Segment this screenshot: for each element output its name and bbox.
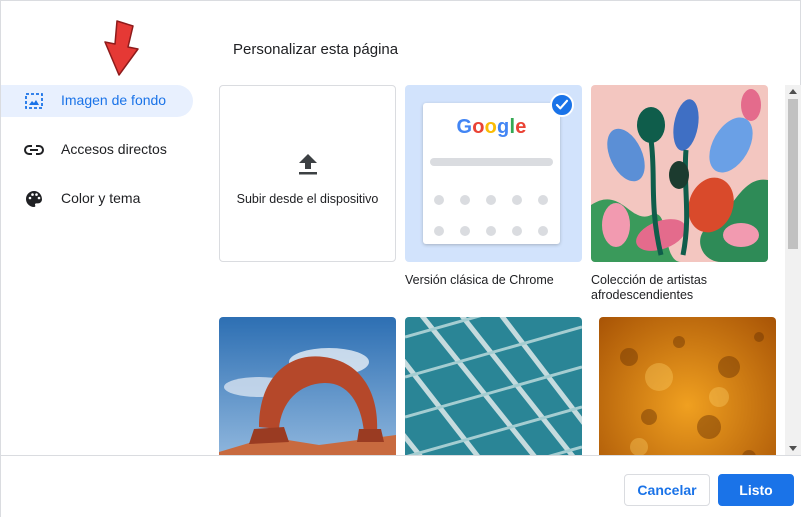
upload-label: Subir desde el dispositivo: [236, 192, 379, 206]
sidebar-item-label: Color y tema: [61, 190, 141, 206]
scroll-down-arrow-icon[interactable]: [789, 446, 797, 451]
palette-icon: [26, 191, 42, 207]
shortcut-dot: [538, 226, 548, 236]
scroll-up-arrow-icon[interactable]: [789, 89, 797, 94]
sidebar-item-label: Accesos directos: [61, 141, 167, 157]
shortcut-dot: [512, 226, 522, 236]
shortcut-dot: [486, 195, 496, 205]
collection-thumb[interactable]: [219, 317, 396, 455]
shortcut-dot: [434, 195, 444, 205]
upload-icon: [299, 154, 317, 175]
upload-thumb[interactable]: Subir desde el dispositivo: [219, 85, 396, 262]
shortcut-dot: [460, 195, 470, 205]
scrollbar-thumb[interactable]: [788, 99, 798, 249]
shortcut-dot: [486, 226, 496, 236]
dialog-title: Personalizar esta página: [233, 41, 399, 58]
collection-tile-textures[interactable]: [599, 317, 776, 455]
classic-preview-card: Google: [423, 103, 560, 244]
link-icon: [24, 145, 44, 155]
background-grid: Subir desde el dispositivo Google Versió…: [219, 85, 789, 455]
teal-architecture-image: [405, 317, 582, 455]
customize-dialog: Personalizar esta página Imagen de fondo…: [0, 0, 801, 517]
collection-thumb[interactable]: [405, 317, 582, 455]
classic-chrome-thumb[interactable]: Google: [405, 85, 582, 262]
sidebar-item-shortcuts[interactable]: Accesos directos: [1, 134, 193, 166]
abstract-floral-image: [591, 85, 768, 262]
shortcut-dot: [460, 226, 470, 236]
collection-tile-landscapes[interactable]: [219, 317, 396, 455]
orange-texture-image: [599, 317, 776, 455]
collection-tile-artists[interactable]: Colección de artistas afrodescendientes: [591, 85, 768, 303]
selected-check-icon: [550, 93, 574, 117]
search-bar-placeholder: [430, 158, 553, 166]
sidebar-item-color-theme[interactable]: Color y tema: [1, 183, 193, 215]
sidebar-item-background[interactable]: Imagen de fondo: [1, 85, 193, 117]
classic-chrome-tile[interactable]: Google Versión clásica de Chrome: [405, 85, 582, 288]
collection-tile-architecture[interactable]: [405, 317, 582, 455]
scrollbar[interactable]: [785, 85, 801, 455]
google-logo: Google: [456, 116, 527, 138]
collection-thumb[interactable]: [591, 85, 768, 262]
tile-caption: Versión clásica de Chrome: [405, 273, 554, 287]
desert-arch-image: [219, 317, 396, 455]
sidebar: Imagen de fondo Accesos directos Color y…: [1, 85, 201, 232]
annotation-arrow-icon: [104, 20, 139, 76]
tile-caption: Colección de artistas afrodescendientes: [591, 273, 708, 302]
sidebar-item-label: Imagen de fondo: [61, 92, 167, 108]
image-icon: [25, 93, 43, 109]
cancel-button[interactable]: Cancelar: [624, 474, 710, 506]
shortcut-dot: [538, 195, 548, 205]
shortcut-dot: [434, 226, 444, 236]
upload-tile[interactable]: Subir desde el dispositivo: [219, 85, 396, 262]
shortcut-dot: [512, 195, 522, 205]
collection-thumb[interactable]: [599, 317, 776, 455]
dialog-footer: Cancelar Listo: [1, 455, 801, 517]
done-button[interactable]: Listo: [718, 474, 794, 506]
